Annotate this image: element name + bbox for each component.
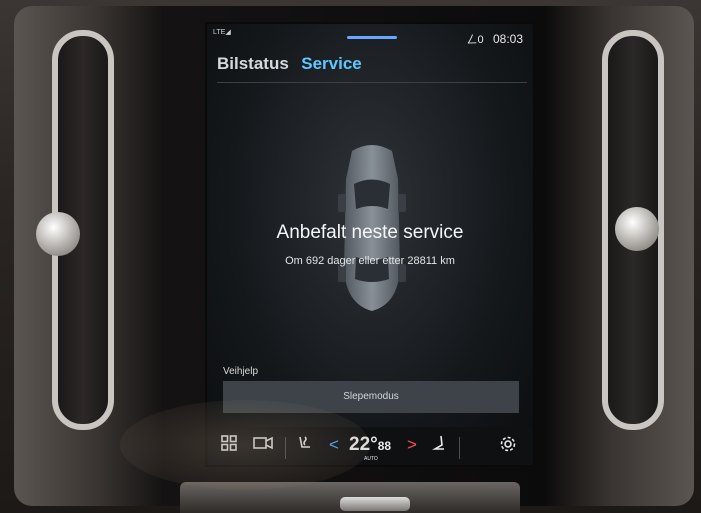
tow-mode-button[interactable]: Slepemodus [223, 381, 519, 413]
climate-bar: < 22°88 AUTO > [207, 427, 533, 465]
service-interval-text: Om 692 dager eller etter 28811 km [285, 255, 455, 267]
gear-icon[interactable] [499, 435, 517, 458]
service-headline: Anbefalt neste service [276, 222, 464, 243]
location-icon: ㄥ0 [466, 34, 484, 46]
grid-icon[interactable] [221, 435, 237, 456]
climate-separator [459, 437, 460, 459]
top-drag-handle[interactable] [347, 36, 397, 39]
network-indicator: LTE◢ [213, 29, 231, 36]
camera-icon[interactable] [253, 435, 273, 456]
left-vent-knob [36, 212, 80, 256]
temp-down-button[interactable]: < [329, 435, 339, 455]
temperature-value: 22° [349, 434, 378, 455]
fan-glyph: 88 [377, 439, 392, 453]
tab-bar: Bilstatus Service [217, 54, 370, 80]
clock: 08:03 [492, 32, 523, 46]
status-bar-right: ㄥ0 08:03 [467, 31, 524, 47]
seat-heat-icon[interactable] [297, 435, 313, 458]
temp-mode-label: AUTO [364, 456, 378, 462]
temperature-display[interactable]: 22°88 [349, 434, 391, 456]
home-hardware-button[interactable] [340, 497, 410, 511]
temp-up-button[interactable]: > [407, 435, 417, 455]
roadside-assistance-label: Veihjelp [223, 366, 259, 377]
right-vent-knob [615, 207, 659, 251]
tab-bilstatus[interactable]: Bilstatus [217, 54, 289, 74]
tab-service[interactable]: Service [301, 54, 362, 74]
status-bar: LTE◢ ㄥ0 08:03 [207, 24, 533, 48]
infotainment-screen: LTE◢ ㄥ0 08:03 Bilstatus Service Anbefalt… [205, 22, 535, 467]
climate-separator [285, 437, 286, 459]
tab-divider [217, 82, 527, 83]
seat-icon[interactable] [431, 435, 446, 458]
